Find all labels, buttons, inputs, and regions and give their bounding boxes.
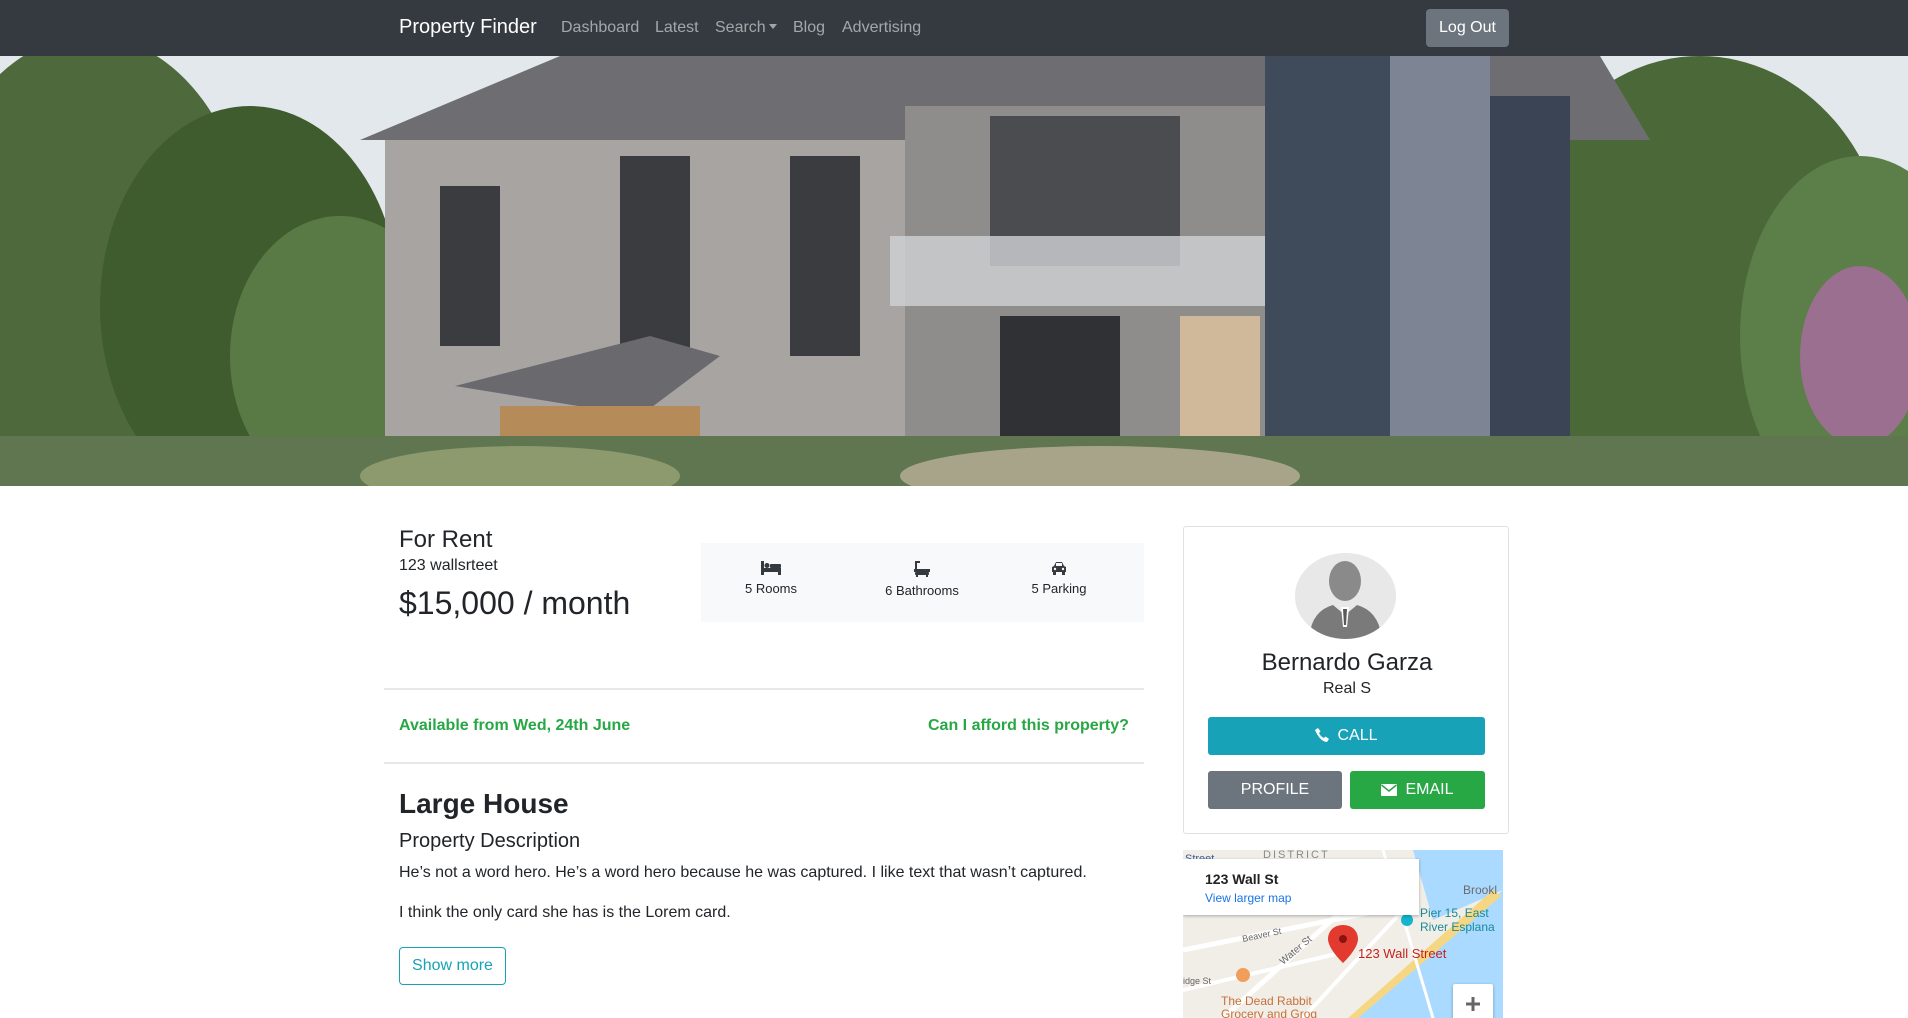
map-label: Pier 15, East bbox=[1420, 906, 1489, 920]
property-hero-image bbox=[0, 56, 1908, 486]
feature-label: 5 Rooms bbox=[744, 581, 798, 596]
nav-advertising[interactable]: Advertising bbox=[842, 19, 921, 37]
map-label: The Dead Rabbit bbox=[1221, 994, 1312, 1008]
feature-panel: 5 Rooms 6 Bathrooms 5 Parking bbox=[701, 543, 1144, 622]
description-paragraph: I think the only card she has is the Lor… bbox=[399, 904, 731, 921]
map-info-window: 123 Wall St View larger map bbox=[1183, 859, 1419, 915]
profile-button-label: PROFILE bbox=[1240, 781, 1310, 798]
profile-button[interactable]: PROFILE bbox=[1208, 771, 1342, 809]
avatar bbox=[1295, 553, 1396, 639]
envelope-icon bbox=[1381, 784, 1398, 796]
location-map[interactable]: 123 Wall Street Street DISTRICT Brookl P… bbox=[1183, 850, 1503, 1018]
map-label: Grocery and Grog bbox=[1221, 1007, 1317, 1018]
nav-search-dropdown[interactable]: Search bbox=[715, 19, 777, 37]
listing-status: For Rent bbox=[399, 526, 493, 553]
chevron-down-icon bbox=[768, 24, 777, 29]
view-larger-map-link[interactable]: View larger map bbox=[1205, 891, 1291, 905]
divider bbox=[384, 762, 1144, 764]
divider bbox=[384, 688, 1144, 690]
email-button[interactable]: EMAIL bbox=[1350, 771, 1485, 809]
affordability-link[interactable]: Can I afford this property? bbox=[928, 717, 1129, 735]
listing-header: For Rent 123 wallsrteet $15,000 / month bbox=[399, 526, 630, 622]
description-heading: Property Description bbox=[399, 830, 581, 852]
email-button-label: EMAIL bbox=[1405, 781, 1454, 798]
feature-label: 5 Parking bbox=[1031, 581, 1087, 596]
map-label: idge St bbox=[1183, 976, 1212, 986]
description-paragraph: He’s not a word hero. He’s a word hero b… bbox=[399, 864, 1087, 881]
nav-blog[interactable]: Blog bbox=[793, 19, 825, 37]
agent-role: Real S bbox=[1322, 680, 1372, 697]
listing-price: $15,000 / month bbox=[399, 585, 631, 621]
feature-parking: 5 Parking bbox=[989, 561, 1129, 596]
call-button-label: CALL bbox=[1337, 727, 1378, 744]
agent-name: Bernardo Garza bbox=[1261, 649, 1433, 676]
bath-icon bbox=[914, 561, 930, 577]
availability-text: Available from Wed, 24th June bbox=[399, 717, 631, 734]
listing-address: 123 wallsrteet bbox=[399, 557, 498, 574]
map-zoom-in-button[interactable] bbox=[1453, 984, 1493, 1018]
map-info-title: 123 Wall St bbox=[1205, 871, 1279, 887]
nav-dashboard[interactable]: Dashboard bbox=[561, 19, 639, 37]
call-button[interactable]: CALL bbox=[1208, 717, 1485, 755]
agent-card: Bernardo Garza Real S CALL PROFILE EMAIL bbox=[1183, 526, 1509, 834]
property-title: Large House bbox=[399, 788, 569, 819]
plus-icon bbox=[1466, 997, 1480, 1011]
feature-rooms: 5 Rooms bbox=[701, 561, 841, 596]
map-label: Brookl bbox=[1463, 883, 1497, 897]
bed-icon bbox=[761, 561, 781, 575]
logout-button[interactable]: Log Out bbox=[1426, 9, 1509, 47]
phone-icon bbox=[1315, 728, 1330, 742]
house-illustration bbox=[0, 56, 1908, 486]
car-icon bbox=[1052, 562, 1066, 575]
feature-bathrooms: 6 Bathrooms bbox=[852, 561, 992, 598]
map-marker-label: 123 Wall Street bbox=[1358, 946, 1447, 961]
feature-label: 6 Bathrooms bbox=[885, 583, 959, 598]
map-label: River Esplana bbox=[1420, 920, 1495, 934]
nav-latest[interactable]: Latest bbox=[655, 19, 699, 37]
brand-link[interactable]: Property Finder bbox=[399, 16, 537, 39]
nav-search-label: Search bbox=[715, 19, 766, 36]
navbar: Property Finder Dashboard Latest Search … bbox=[0, 0, 1908, 56]
show-more-button[interactable]: Show more bbox=[399, 947, 506, 985]
person-silhouette-icon bbox=[1295, 553, 1396, 639]
